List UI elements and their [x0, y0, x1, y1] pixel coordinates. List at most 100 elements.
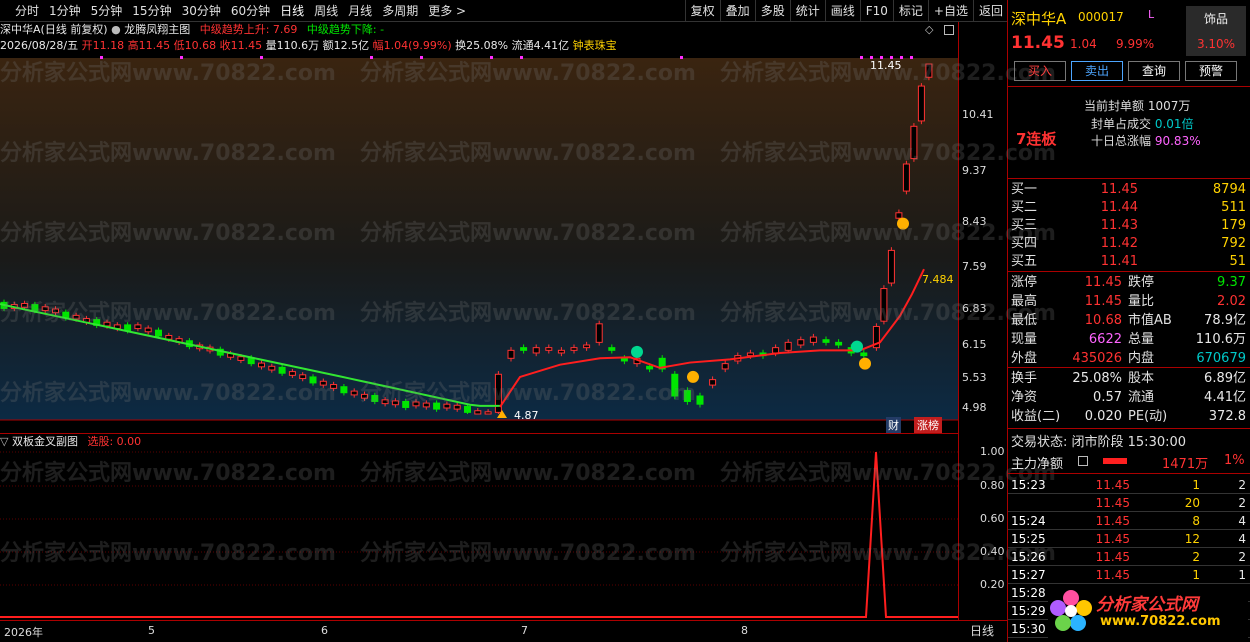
ratio-value: 0.01倍 [1154, 117, 1194, 131]
divider [1008, 367, 1250, 368]
stock-mark: L [1148, 8, 1155, 21]
sub-indicator-chart[interactable] [0, 449, 958, 620]
tool-button[interactable]: 返回 [972, 0, 1008, 22]
price-change: 1.04 [1070, 37, 1097, 51]
tool-button[interactable]: +自选 [927, 0, 973, 22]
signal-dot [180, 56, 183, 59]
query-button[interactable]: 查询 [1128, 61, 1180, 81]
period-tab[interactable]: 5分钟 [86, 0, 128, 22]
formula-name[interactable]: 龙腾凤翔主图 [124, 23, 190, 36]
candle-body [772, 347, 780, 354]
tool-button[interactable]: F10 [859, 0, 893, 22]
candle-body [784, 341, 792, 351]
sector-pct: 3.10% [1196, 37, 1236, 51]
collapse-icon[interactable]: ▽ [0, 435, 12, 448]
period-tab[interactable]: 1分钟 [44, 0, 86, 22]
bid-row[interactable]: 买四 11.42 792 [1008, 235, 1250, 253]
price-tick: 7.59 [962, 260, 987, 273]
finance-badge[interactable]: 财 [886, 417, 901, 433]
signal-mark-icon [687, 370, 699, 383]
period-tab[interactable]: 分时 [10, 0, 44, 22]
period-tab[interactable]: 周线 [309, 0, 343, 22]
tick-volume: 8 [1192, 514, 1200, 528]
kline-main-chart[interactable] [0, 56, 958, 433]
tool-button[interactable]: 多股 [754, 0, 790, 22]
period-tab[interactable]: 60分钟 [226, 0, 275, 22]
signal-dot [910, 56, 913, 59]
tool-button[interactable]: 统计 [789, 0, 825, 22]
bid-row[interactable]: 买三 11.43 179 [1008, 217, 1250, 235]
bid-price: 11.45 [1100, 182, 1138, 197]
candle-body [340, 386, 348, 394]
period-tab[interactable]: 更多 > [423, 0, 471, 22]
period-tab[interactable]: 多周期 [377, 0, 423, 22]
sector-box[interactable]: 饰品 3.10% [1186, 6, 1246, 56]
candle-body [746, 352, 754, 357]
candle-body [583, 344, 591, 349]
tick-price: 11.45 [1095, 532, 1130, 546]
bar-amount: 额12.5亿 [322, 39, 370, 52]
sub-chart-title[interactable]: 双板金叉副图 [12, 435, 78, 448]
tick-time: 15:28 [1011, 586, 1046, 600]
stat-row: 现量 6622 总量 110.6万 [1008, 331, 1250, 349]
signal-dot [260, 56, 263, 59]
diamond-icon[interactable]: ◇ [925, 22, 933, 38]
signal-dot [370, 56, 373, 59]
bid-row[interactable]: 买一 11.45 8794 [1008, 181, 1250, 199]
sub-chart-value: 选股: 0.00 [87, 435, 142, 448]
bid-row[interactable]: 买二 11.44 511 [1008, 199, 1250, 217]
candle-body [917, 85, 925, 122]
price-tick: 10.41 [962, 108, 994, 121]
period-tab[interactable]: 30分钟 [177, 0, 226, 22]
candle-body [809, 336, 817, 343]
alert-button[interactable]: 预警 [1185, 61, 1237, 81]
tick-count: 2 [1238, 550, 1246, 564]
bid-row[interactable]: 买五 11.41 51 [1008, 253, 1250, 271]
candle-body [835, 341, 843, 346]
tool-button[interactable]: 画线 [824, 0, 860, 22]
bar-low: 低10.68 [173, 39, 217, 52]
main-flow-value: 1471万 [1162, 457, 1209, 472]
signal-mark-icon [859, 357, 871, 370]
candle-body [21, 302, 29, 308]
tool-button[interactable]: 复权 [684, 0, 720, 22]
stat-value: 0.57 [1093, 390, 1122, 405]
stat-value: 6.89亿 [1204, 371, 1246, 386]
sell-button[interactable]: 卖出 [1071, 61, 1123, 81]
candle-body [103, 321, 111, 327]
candle-body [557, 349, 565, 354]
stat-value: 6622 [1088, 332, 1122, 347]
ma-value-label: 7.484 [922, 273, 954, 286]
tick-count: 1 [1238, 568, 1246, 582]
candle-body [412, 401, 420, 407]
tick-count: 4 [1238, 532, 1246, 546]
tick-row: 15:26 11.45 2 2 [1008, 548, 1250, 566]
bar-industry: 钟表珠宝 [572, 39, 617, 52]
buy-button[interactable]: 买入 [1014, 61, 1066, 81]
high-price-label: 11.45 [870, 59, 902, 72]
tick-time: 15:30 [1011, 622, 1046, 636]
maximize-icon[interactable] [944, 25, 954, 35]
period-tab[interactable]: 15分钟 [127, 0, 176, 22]
limit-up-badge[interactable]: 涨榜 [914, 417, 942, 433]
tool-button[interactable]: 叠加 [719, 0, 755, 22]
bid-volume: 8794 [1212, 182, 1246, 197]
candle-body [268, 365, 276, 371]
candle-body [319, 380, 327, 386]
bid-price: 11.43 [1100, 218, 1138, 233]
seal-label: 当前封单额 [1084, 99, 1145, 113]
stat-value: 78.9亿 [1204, 313, 1246, 328]
candle-body [721, 363, 729, 370]
seal-amount: 当前封单额 1007万 [1084, 97, 1190, 114]
stat-value: 435026 [1072, 351, 1122, 366]
candle-body [258, 362, 265, 368]
period-tab[interactable]: 月线 [343, 0, 377, 22]
candle-body [595, 323, 603, 343]
period-tab[interactable]: 日线 [275, 0, 309, 22]
tick-count: 2 [1238, 478, 1246, 492]
candle-body [608, 347, 616, 351]
tick-volume: 20 [1184, 496, 1200, 510]
x-period-label[interactable]: 日线 [970, 622, 994, 639]
list-icon[interactable] [1078, 456, 1088, 466]
tool-button[interactable]: 标记 [892, 0, 928, 22]
